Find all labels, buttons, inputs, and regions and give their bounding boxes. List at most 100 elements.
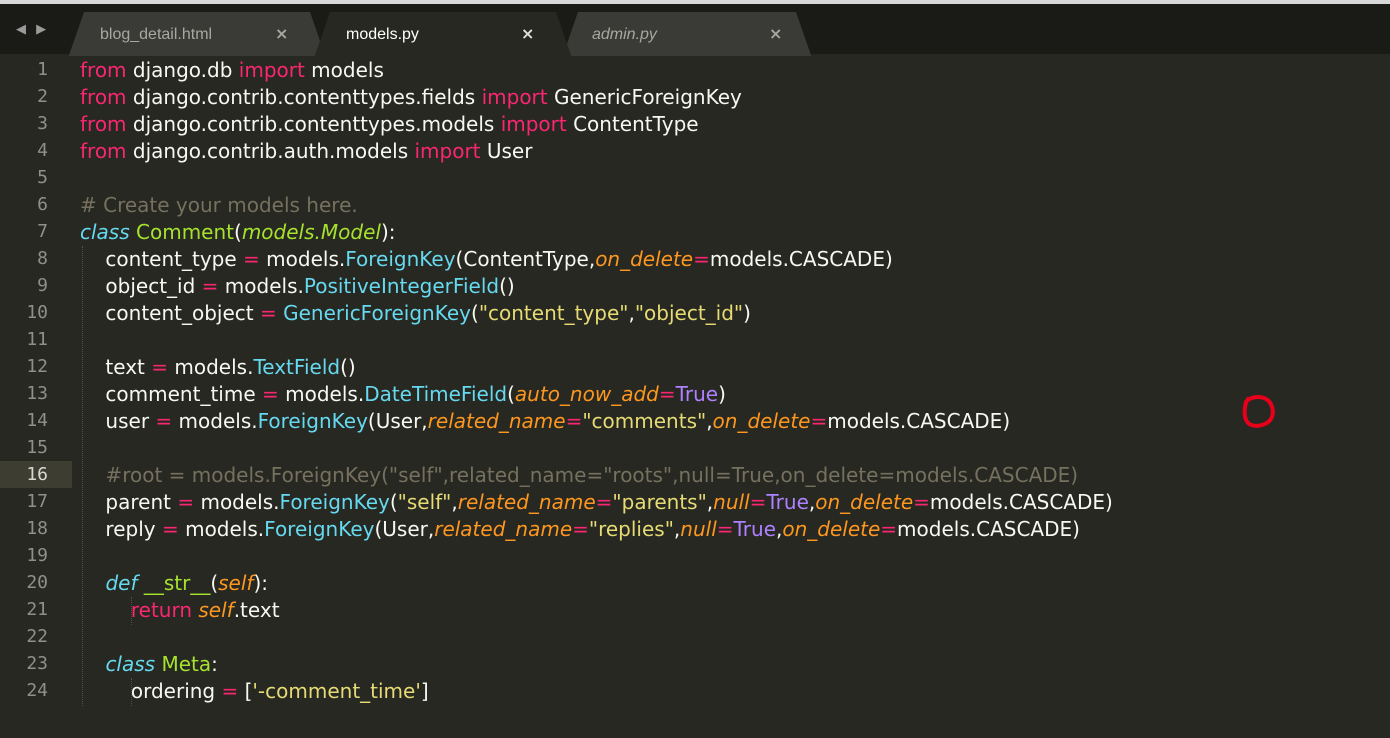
code-line[interactable]: 7 class Comment(models.Model):	[0, 218, 1390, 245]
code-token: related_name	[434, 517, 573, 541]
code-token: =	[595, 490, 613, 514]
tab-models-py[interactable]: models.py ×	[314, 12, 572, 58]
code-token: related_name	[457, 490, 596, 514]
code-line[interactable]: 12 text = models.TextField()	[0, 353, 1390, 380]
line-number: 11	[26, 329, 48, 350]
code-token: =	[572, 517, 589, 541]
code-line[interactable]: 13 comment_time = models.DateTimeField(a…	[0, 380, 1390, 407]
line-number: 10	[26, 302, 48, 323]
code-token: from	[80, 85, 127, 109]
code-token: models.CASCADE)	[709, 247, 893, 271]
line-number: 24	[26, 680, 48, 701]
code-text: user = models.ForeignKey(User,related_na…	[80, 409, 1010, 433]
code-token: GenericForeignKey	[283, 301, 471, 325]
code-token: ForeignKey	[279, 490, 390, 514]
code-line[interactable]: 4 from django.contrib.auth.models import …	[0, 137, 1390, 164]
code-token: "object_id"	[634, 301, 744, 325]
code-token: )	[743, 301, 751, 325]
code-text: class Comment(models.Model):	[80, 220, 395, 244]
code-token: Comment	[136, 220, 235, 244]
line-number: 5	[37, 167, 48, 188]
code-line[interactable]: 11	[0, 326, 1390, 353]
code-token: on_delete	[782, 517, 881, 541]
code-token: (ContentType,	[455, 247, 596, 271]
code-line[interactable]: 24 ordering = ['-comment_time']	[0, 677, 1390, 704]
code-line[interactable]: 1 from django.db import models	[0, 56, 1390, 83]
code-line[interactable]: 5	[0, 164, 1390, 191]
code-token: =	[155, 409, 173, 433]
tab-nav-arrows-icon[interactable]: ◀ ▶	[16, 22, 49, 37]
code-line[interactable]: 21 return self.text	[0, 596, 1390, 623]
line-number: 20	[26, 572, 48, 593]
line-number: 8	[37, 248, 48, 269]
code-token: (	[234, 220, 242, 244]
line-number: 9	[37, 275, 48, 296]
code-token: (User,	[367, 409, 428, 433]
code-token: DateTimeField	[364, 382, 508, 406]
code-line[interactable]: 6 # Create your models here.	[0, 191, 1390, 218]
code-token: on_delete	[712, 409, 811, 433]
code-line[interactable]: 10 content_object = GenericForeignKey("c…	[0, 299, 1390, 326]
code-line[interactable]: 18 reply = models.ForeignKey(User,relate…	[0, 515, 1390, 542]
code-token: ()	[340, 355, 356, 379]
code-token: auto_now_add	[514, 382, 659, 406]
code-editor[interactable]: 1 from django.db import models 2 from djang…	[0, 56, 1390, 738]
code-token: # Create your models here.	[80, 193, 358, 217]
code-token: User	[480, 139, 533, 163]
code-token: ):	[380, 220, 396, 244]
code-token: models.	[259, 247, 346, 271]
code-line[interactable]: 19	[0, 542, 1390, 569]
code-text: content_object = GenericForeignKey("cont…	[80, 301, 751, 325]
code-line[interactable]: 8 content_type = models.ForeignKey(Conte…	[0, 245, 1390, 272]
code-line[interactable]: 9 object_id = models.PositiveIntegerFiel…	[0, 272, 1390, 299]
line-number: 23	[26, 653, 48, 674]
code-token: Meta	[161, 652, 212, 676]
close-tab-icon[interactable]: ×	[521, 24, 534, 43]
code-token: object_id	[80, 274, 202, 298]
code-line[interactable]: 20 def __str__(self):	[0, 569, 1390, 596]
code-token: True	[733, 517, 776, 541]
tab-label: models.py	[346, 26, 419, 43]
code-token: =	[749, 490, 767, 514]
code-line[interactable]: 14 user = models.ForeignKey(User,related…	[0, 407, 1390, 434]
code-line[interactable]: 23 class Meta:	[0, 650, 1390, 677]
code-token: #root = models.ForeignKey("self",related…	[80, 463, 1079, 487]
code-text: content_type = models.ForeignKey(Content…	[80, 247, 893, 271]
code-token: models.CASCADE)	[827, 409, 1011, 433]
code-token: )	[718, 382, 726, 406]
close-tab-icon[interactable]: ×	[275, 24, 288, 43]
code-line[interactable]: 3 from django.contrib.contenttypes.models…	[0, 110, 1390, 137]
code-line[interactable]: 16 #root = models.ForeignKey("self",rela…	[0, 461, 1390, 488]
tab-blog-detail-html[interactable]: blog_detail.html ×	[68, 12, 326, 58]
code-token: =	[716, 517, 734, 541]
code-token: django.db	[126, 58, 239, 82]
code-text: object_id = models.PositiveIntegerField(…	[80, 274, 514, 298]
code-token: =	[262, 382, 279, 406]
code-token: self	[198, 598, 234, 622]
code-line[interactable]: 22	[0, 623, 1390, 650]
line-number: 21	[26, 599, 48, 620]
code-token: models	[304, 58, 384, 82]
close-tab-icon[interactable]: ×	[769, 24, 782, 43]
code-token: null	[680, 517, 717, 541]
code-line[interactable]: 17 parent = models.ForeignKey("self",rel…	[0, 488, 1390, 515]
code-text: parent = models.ForeignKey("self",relate…	[80, 490, 1112, 514]
line-number: 17	[26, 491, 48, 512]
code-token: related_name	[427, 409, 566, 433]
code-token: models.	[218, 274, 304, 298]
code-token: on_delete	[595, 247, 694, 271]
tab-admin-py[interactable]: admin.py ×	[562, 12, 812, 58]
code-token: "self"	[397, 490, 452, 514]
code-text: from django.contrib.auth.models import U…	[80, 139, 532, 163]
code-token: =	[201, 274, 219, 298]
code-text: # Create your models here.	[80, 193, 358, 217]
line-number: 14	[26, 410, 48, 431]
line-number: 1	[37, 59, 48, 80]
code-line[interactable]: 15	[0, 434, 1390, 461]
code-token: parent	[80, 490, 178, 514]
code-token: models.CASCADE)	[897, 517, 1080, 541]
code-line[interactable]: 2 from django.contrib.contenttypes.fields…	[0, 83, 1390, 110]
